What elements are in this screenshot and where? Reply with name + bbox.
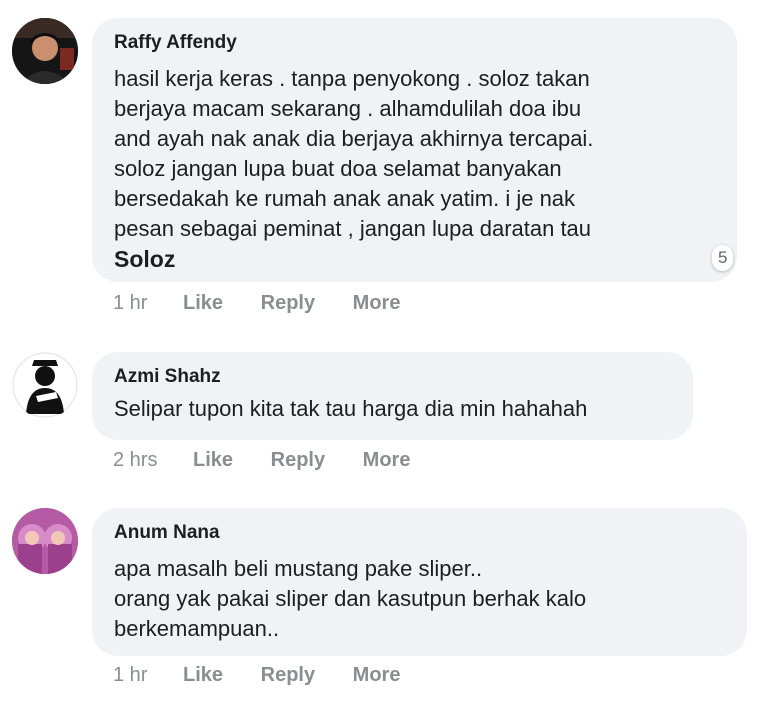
comment-text: Selipar tupon kita tak tau harga dia min… [114, 396, 588, 421]
reply-button[interactable]: Reply [261, 664, 315, 687]
avatar[interactable] [12, 508, 78, 574]
avatar-image [12, 508, 78, 574]
comment-author[interactable]: Azmi Shahz [114, 364, 671, 390]
avatar-image [12, 352, 78, 418]
more-button[interactable]: More [353, 664, 401, 687]
comment-text-body: hasil kerja keras . tanpa penyokong . so… [114, 66, 594, 241]
comment-text: hasil kerja keras . tanpa penyokong . so… [114, 64, 715, 275]
comment-author[interactable]: Anum Nana [114, 520, 725, 546]
avatar[interactable] [12, 18, 78, 84]
comment-bubble: Azmi Shahz Selipar tupon kita tak tau ha… [92, 352, 693, 440]
reaction-count-badge[interactable]: 5 [712, 245, 734, 271]
mention-tag[interactable]: Soloz [114, 246, 175, 272]
more-button[interactable]: More [363, 449, 411, 472]
like-button[interactable]: Like [183, 292, 223, 315]
comment-bubble: Raffy Affendy hasil kerja keras . tanpa … [92, 18, 737, 282]
reply-button[interactable]: Reply [261, 292, 315, 315]
comment-actions: 2 hrs Like Reply More [113, 449, 442, 472]
comment-time[interactable]: 1 hr [113, 292, 147, 315]
reaction-count: 5 [718, 248, 728, 267]
comment-actions: 1 hr Like Reply More [113, 664, 432, 687]
comment-time[interactable]: 2 hrs [113, 449, 157, 472]
like-button[interactable]: Like [183, 664, 223, 687]
reply-button[interactable]: Reply [271, 449, 325, 472]
comment-bubble: Anum Nana apa masalh beli mustang pake s… [92, 508, 747, 656]
like-button[interactable]: Like [193, 449, 233, 472]
comment-author[interactable]: Raffy Affendy [114, 30, 715, 56]
avatar-image [12, 18, 78, 84]
avatar[interactable] [12, 352, 78, 418]
comment-actions: 1 hr Like Reply More [113, 292, 432, 315]
comment-text: apa masalh beli mustang pake sliper.. or… [114, 556, 587, 641]
comment-time[interactable]: 1 hr [113, 664, 147, 687]
more-button[interactable]: More [353, 292, 401, 315]
